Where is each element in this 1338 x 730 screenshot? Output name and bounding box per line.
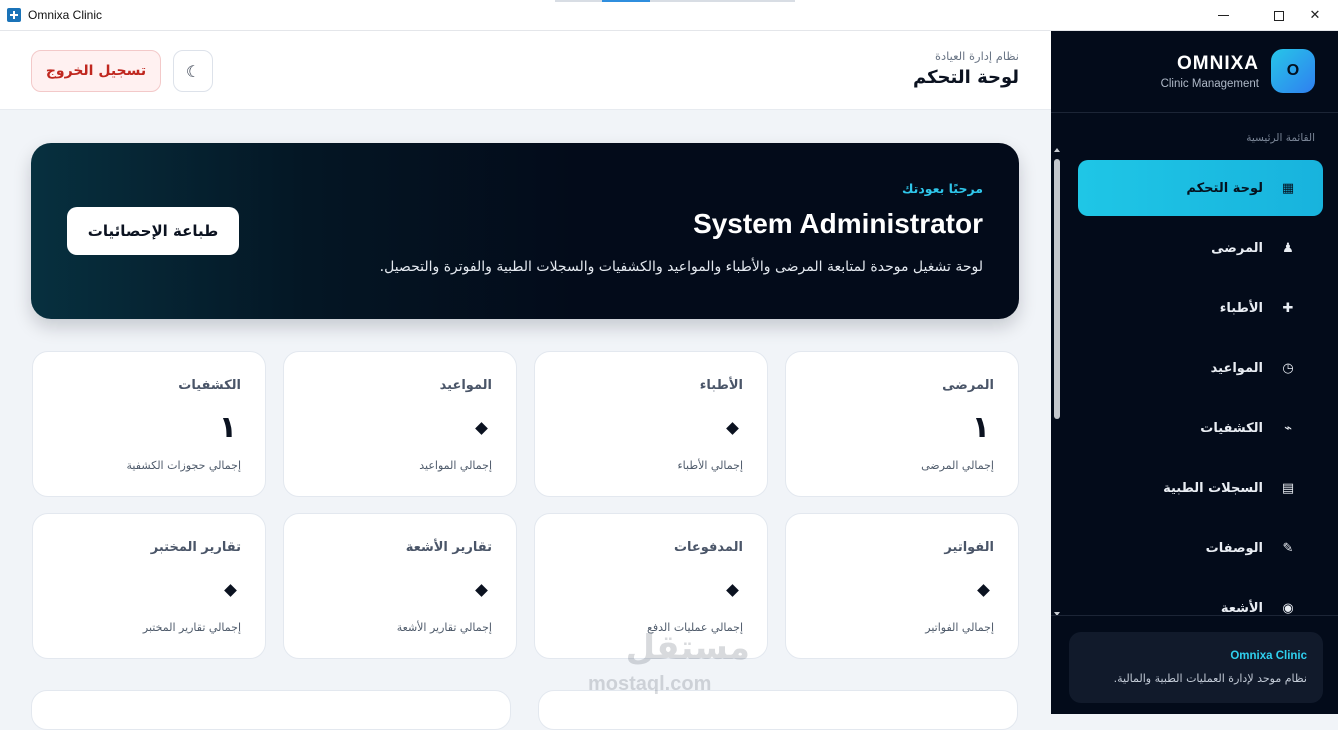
stat-card: المواعيد إجمالي المواعيد: [283, 351, 517, 497]
sidebar-item-label: الأشعة: [1220, 600, 1263, 616]
sidebar-scrollbar[interactable]: [1053, 148, 1062, 616]
sidebar-item-7[interactable]: ◉ الأشعة: [1078, 580, 1323, 616]
window-titlebar: Omnixa Clinic ✕: [0, 0, 1338, 31]
diamond-icon: [475, 422, 488, 435]
stat-card: الكشفيات ١ إجمالي حجوزات الكشفية: [32, 351, 266, 497]
window-title: Omnixa Clinic: [28, 8, 103, 22]
brand-subtitle: Clinic Management: [1160, 78, 1259, 90]
sidebar-divider: [1051, 112, 1338, 113]
records-icon: ▤: [1281, 480, 1295, 496]
bottom-panel-left: [31, 690, 511, 730]
watermark: مستقل mostaql.com: [588, 628, 758, 702]
brand-name: OMNIXA: [1177, 53, 1259, 74]
stat-card: تقارير المختبر إجمالي تقارير المختبر: [32, 513, 266, 659]
plus-icon: ✚: [1282, 300, 1294, 316]
stat-card: تقارير الأشعة إجمالي تقارير الأشعة: [283, 513, 517, 659]
maximize-icon: [1274, 10, 1284, 21]
stat-title: الفواتير: [944, 540, 994, 555]
stat-title: تقارير الأشعة: [405, 540, 492, 555]
menu-section-label: القائمة الرئيسية: [1246, 132, 1315, 144]
scroll-up-arrow-icon[interactable]: [1054, 148, 1060, 152]
stat-value: ١: [218, 410, 237, 445]
page-header: نظام إدارة العيادة لوحة التحكم تسجيل الخ…: [0, 31, 1051, 110]
stat-title: الكشفيات: [178, 378, 241, 393]
banner-description: لوحة تشغيل موحدة لمتابعة المرضى والأطباء…: [379, 259, 983, 275]
sidebar: O OMNIXA Clinic Management القائمة الرئي…: [1051, 31, 1338, 714]
watermark-latin: mostaql.com: [588, 673, 712, 695]
sidebar-item-2[interactable]: ✚ الأطباء: [1078, 280, 1323, 336]
sidebar-item-label: السجلات الطبية: [1163, 480, 1263, 496]
user-name: System Administrator: [693, 208, 983, 239]
diamond-icon: [726, 422, 739, 435]
sidebar-item-label: الأطباء: [1219, 300, 1263, 316]
clock-icon: ◷: [1282, 360, 1294, 376]
sidebar-footer-divider: [1051, 615, 1338, 616]
stat-card: الفواتير إجمالي الفواتير: [785, 513, 1019, 659]
brand: O OMNIXA Clinic Management: [1055, 49, 1315, 99]
diamond-icon: [977, 584, 990, 597]
watermark-arabic: مستقل: [625, 628, 750, 668]
stat-description: إجمالي الفواتير: [925, 621, 994, 634]
sidebar-item-label: المواعيد: [1210, 360, 1263, 376]
logout-button[interactable]: تسجيل الخروج: [31, 50, 161, 92]
grid-icon: ▦: [1281, 180, 1295, 196]
page-title: لوحة التحكم: [912, 67, 1019, 88]
sidebar-item-label: الكشفيات: [1200, 420, 1263, 436]
minimize-icon: [1217, 15, 1229, 16]
minimize-button[interactable]: [1200, 0, 1246, 31]
sidebar-item-1[interactable]: ♟ المرضى: [1078, 220, 1323, 276]
header-subtitle: نظام إدارة العيادة: [934, 49, 1019, 63]
stat-value: ١: [971, 410, 990, 445]
stat-card: الأطباء إجمالي الأطباء: [534, 351, 768, 497]
sidebar-item-label: الوصفات: [1205, 540, 1263, 556]
welcome-text: مرحبًا بعودتك: [901, 181, 983, 196]
brand-logo: O: [1271, 49, 1315, 93]
stat-title: المدفوعات: [673, 540, 743, 555]
radiology-icon: ◉: [1282, 600, 1294, 616]
sidebar-item-label: المرضى: [1211, 240, 1263, 256]
sidebar-item-label: لوحة التحكم: [1186, 180, 1263, 196]
sidebar-nav: ▦ لوحة التحكم ♟ المرضى ✚ الأطباء ◷ المواعيد ⌁ الك…: [1078, 160, 1323, 615]
app-icon: [7, 8, 21, 22]
diamond-icon: [475, 584, 488, 597]
stat-description: إجمالي الأطباء: [677, 459, 743, 472]
stat-description: إجمالي حجوزات الكشفية: [126, 459, 241, 472]
stat-description: إجمالي تقارير المختبر: [142, 621, 241, 634]
stat-title: المواعيد: [439, 378, 492, 393]
close-button[interactable]: ✕: [1292, 0, 1338, 31]
moon-icon: ☾: [185, 61, 201, 81]
sidebar-item-0[interactable]: ▦ لوحة التحكم: [1078, 160, 1323, 216]
titlebar-tab-indicator: [602, 0, 650, 2]
theme-toggle-button[interactable]: ☾: [173, 50, 213, 92]
scrollbar-thumb[interactable]: [1054, 159, 1060, 419]
stat-title: الأطباء: [699, 378, 743, 393]
footer-description: نظام موحد لإدارة العمليات الطبية والمالي…: [1113, 672, 1307, 685]
sidebar-item-5[interactable]: ▤ السجلات الطبية: [1078, 460, 1323, 516]
stat-title: المرضى: [942, 378, 994, 393]
stat-card: المرضى ١ إجمالي المرضى: [785, 351, 1019, 497]
sidebar-item-4[interactable]: ⌁ الكشفيات: [1078, 400, 1323, 456]
welcome-banner: مرحبًا بعودتك System Administrator لوحة …: [31, 143, 1019, 319]
titlebar-tab-strip: [555, 0, 795, 2]
stethoscope-icon: ⌁: [1284, 420, 1292, 436]
stat-description: إجمالي المواعيد: [419, 459, 492, 472]
sidebar-footer-card: Omnixa Clinic نظام موحد لإدارة العمليات …: [1069, 632, 1323, 703]
pen-icon: ✎: [1282, 540, 1294, 556]
sidebar-item-3[interactable]: ◷ المواعيد: [1078, 340, 1323, 396]
diamond-icon: [224, 584, 237, 597]
close-icon: ✕: [1309, 8, 1321, 23]
stat-title: تقارير المختبر: [150, 540, 241, 555]
footer-title: Omnixa Clinic: [1230, 650, 1307, 662]
stat-description: إجمالي المرضى: [921, 459, 994, 472]
sidebar-item-6[interactable]: ✎ الوصفات: [1078, 520, 1323, 576]
stat-description: إجمالي تقارير الأشعة: [396, 621, 492, 634]
patient-icon: ♟: [1282, 240, 1294, 256]
diamond-icon: [726, 584, 739, 597]
print-stats-button[interactable]: طباعة الإحصائيات: [67, 207, 239, 255]
